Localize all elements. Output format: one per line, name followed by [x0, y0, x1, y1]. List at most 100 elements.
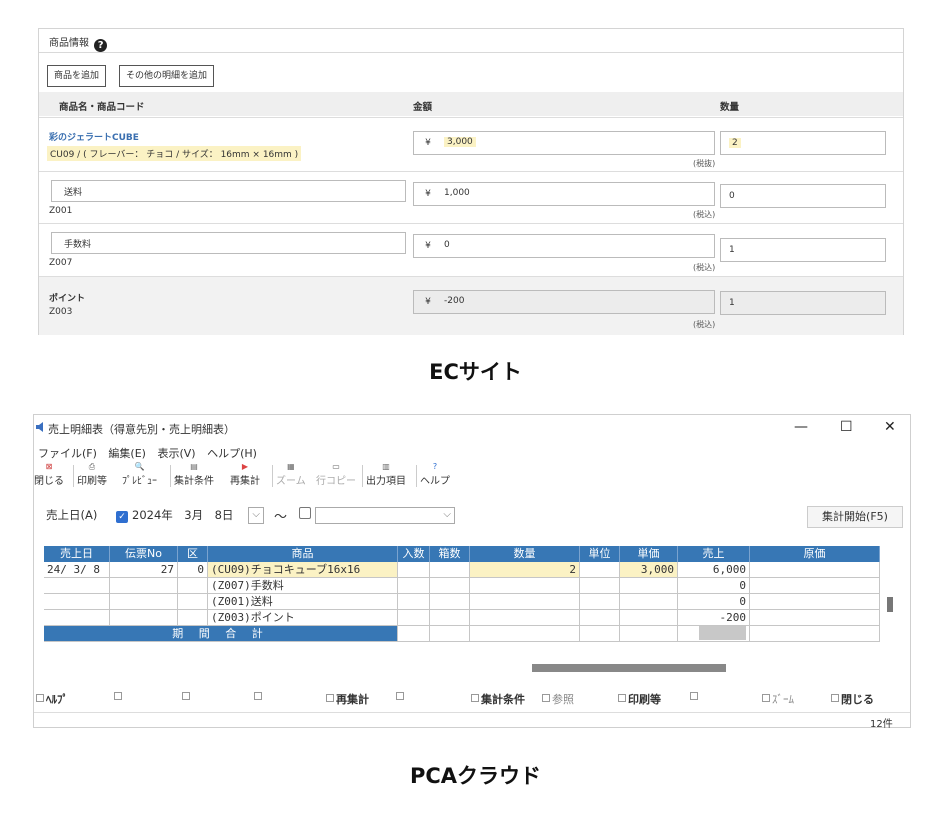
cell-product[interactable]: (Z001)送料: [208, 594, 398, 610]
cell-kubun[interactable]: [178, 610, 208, 626]
cell-unit[interactable]: [580, 610, 620, 626]
cell-irisu[interactable]: [398, 594, 430, 610]
tool-output-items-button[interactable]: ▥ 出力項目: [366, 461, 406, 487]
cell-qty[interactable]: 2: [470, 562, 580, 578]
cell-date[interactable]: [44, 610, 110, 626]
cell-slip-no[interactable]: [110, 610, 178, 626]
date-from-value[interactable]: 2024年 3月 8日: [132, 507, 233, 523]
tool-help-button[interactable]: ? ヘルプ: [420, 461, 450, 487]
fkey-f10[interactable]: [690, 691, 700, 704]
col-header[interactable]: 区: [178, 546, 208, 562]
cell-unit[interactable]: [580, 562, 620, 578]
cell-product[interactable]: (Z007)手数料: [208, 578, 398, 594]
cell-unit-price[interactable]: [620, 610, 678, 626]
item-name-field[interactable]: 手数料: [51, 232, 406, 254]
cell-unit-price[interactable]: [620, 594, 678, 610]
fkey-f6[interactable]: [396, 691, 406, 704]
menu-edit[interactable]: 編集(E): [108, 447, 146, 460]
col-header[interactable]: 入数: [398, 546, 430, 562]
add-other-line-button[interactable]: その他の明細を追加: [119, 65, 215, 87]
cell-date[interactable]: [44, 578, 110, 594]
cell-date[interactable]: [44, 594, 110, 610]
cell-cost[interactable]: [750, 594, 880, 610]
vertical-scrollbar-thumb[interactable]: [887, 597, 893, 612]
cell-unit-price[interactable]: 3,000: [620, 562, 678, 578]
close-window-button[interactable]: ✕: [884, 419, 896, 435]
menu-help[interactable]: ヘルプ(H): [207, 447, 257, 460]
date-to-field[interactable]: ⌵: [315, 507, 455, 524]
cell-date[interactable]: 24/ 3/ 8: [44, 562, 110, 578]
cell-sales[interactable]: 6,000: [678, 562, 750, 578]
cell-cost[interactable]: [750, 578, 880, 594]
help-icon[interactable]: ?: [94, 39, 108, 52]
col-header[interactable]: 伝票No: [110, 546, 178, 562]
cell-sales[interactable]: 0: [678, 578, 750, 594]
fkey-recalc[interactable]: 再集計: [326, 691, 369, 707]
tool-print-button[interactable]: ⎙ 印刷等: [77, 461, 107, 487]
date-from-checkbox[interactable]: ✓: [116, 507, 128, 523]
col-header[interactable]: 単位: [580, 546, 620, 562]
tool-row-copy-button[interactable]: ▭ 行コピー: [316, 461, 356, 487]
fkey-f2[interactable]: [114, 691, 124, 704]
menu-file[interactable]: ファイル(F): [38, 447, 97, 460]
cell-slip-no[interactable]: [110, 594, 178, 610]
cell-boxes[interactable]: [430, 562, 470, 578]
qty-field[interactable]: 1: [720, 238, 886, 262]
cell-unit-price[interactable]: [620, 578, 678, 594]
cell-irisu[interactable]: [398, 610, 430, 626]
tool-conditions-button[interactable]: ▤ 集計条件: [174, 461, 214, 487]
cell-kubun[interactable]: [178, 578, 208, 594]
amount-field[interactable]: ¥ 1,000: [413, 182, 715, 206]
col-header[interactable]: 数量: [470, 546, 580, 562]
tool-close-button[interactable]: ⊠ 閉じる: [34, 461, 64, 487]
fkey-f4[interactable]: [254, 691, 264, 704]
cell-boxes[interactable]: [430, 578, 470, 594]
col-header[interactable]: 単価: [620, 546, 678, 562]
date-from-dropdown[interactable]: ⌵: [248, 507, 264, 524]
col-header[interactable]: 商品: [208, 546, 398, 562]
fkey-reference[interactable]: 参照: [542, 691, 574, 707]
cell-boxes[interactable]: [430, 610, 470, 626]
amount-field[interactable]: ¥ 3,000: [413, 131, 715, 155]
cell-kubun[interactable]: 0: [178, 562, 208, 578]
minimize-button[interactable]: —: [794, 419, 808, 435]
tool-zoom-button[interactable]: ▦ ズーム: [276, 461, 306, 487]
fkey-help[interactable]: ﾍﾙﾌﾟ: [36, 691, 68, 707]
cell-sales[interactable]: -200: [678, 610, 750, 626]
cell-product[interactable]: (Z003)ポイント: [208, 610, 398, 626]
cell-cost[interactable]: [750, 610, 880, 626]
qty-field[interactable]: 0: [720, 184, 886, 208]
item-name-field[interactable]: 送料: [51, 180, 406, 202]
horizontal-scrollbar-thumb[interactable]: [532, 664, 726, 672]
col-header[interactable]: 売上: [678, 546, 750, 562]
col-header[interactable]: 箱数: [430, 546, 470, 562]
cell-cost[interactable]: [750, 562, 880, 578]
col-header[interactable]: 売上日: [44, 546, 110, 562]
maximize-button[interactable]: ☐: [840, 419, 853, 435]
menu-view[interactable]: 表示(V): [157, 447, 195, 460]
cell-qty[interactable]: [470, 578, 580, 594]
cell-irisu[interactable]: [398, 578, 430, 594]
cell-product[interactable]: (CU09)チョコキューブ16x16: [208, 562, 398, 578]
cell-unit[interactable]: [580, 578, 620, 594]
col-header[interactable]: 原価: [750, 546, 880, 562]
fkey-zoom[interactable]: ｽﾞｰﾑ: [762, 691, 794, 707]
cell-slip-no[interactable]: 27: [110, 562, 178, 578]
tool-preview-button[interactable]: 🔍 ﾌﾟﾚﾋﾞｭｰ: [122, 461, 157, 487]
fkey-conditions[interactable]: 集計条件: [471, 691, 525, 707]
fkey-print[interactable]: 印刷等: [618, 691, 661, 707]
fkey-f3[interactable]: [182, 691, 192, 704]
cell-irisu[interactable]: [398, 562, 430, 578]
cell-boxes[interactable]: [430, 594, 470, 610]
cell-kubun[interactable]: [178, 594, 208, 610]
product-name-link[interactable]: 彩のジェラートCUBE: [49, 130, 139, 143]
cell-unit[interactable]: [580, 594, 620, 610]
cell-qty[interactable]: [470, 610, 580, 626]
start-aggregation-button[interactable]: 集計開始(F5): [807, 506, 903, 528]
cell-sales[interactable]: 0: [678, 594, 750, 610]
date-to-checkbox[interactable]: [299, 507, 311, 520]
cell-slip-no[interactable]: [110, 578, 178, 594]
tool-recalc-button[interactable]: ▶ 再集計: [230, 461, 260, 487]
amount-field[interactable]: ¥ 0: [413, 234, 715, 258]
qty-field[interactable]: 2: [720, 131, 886, 155]
